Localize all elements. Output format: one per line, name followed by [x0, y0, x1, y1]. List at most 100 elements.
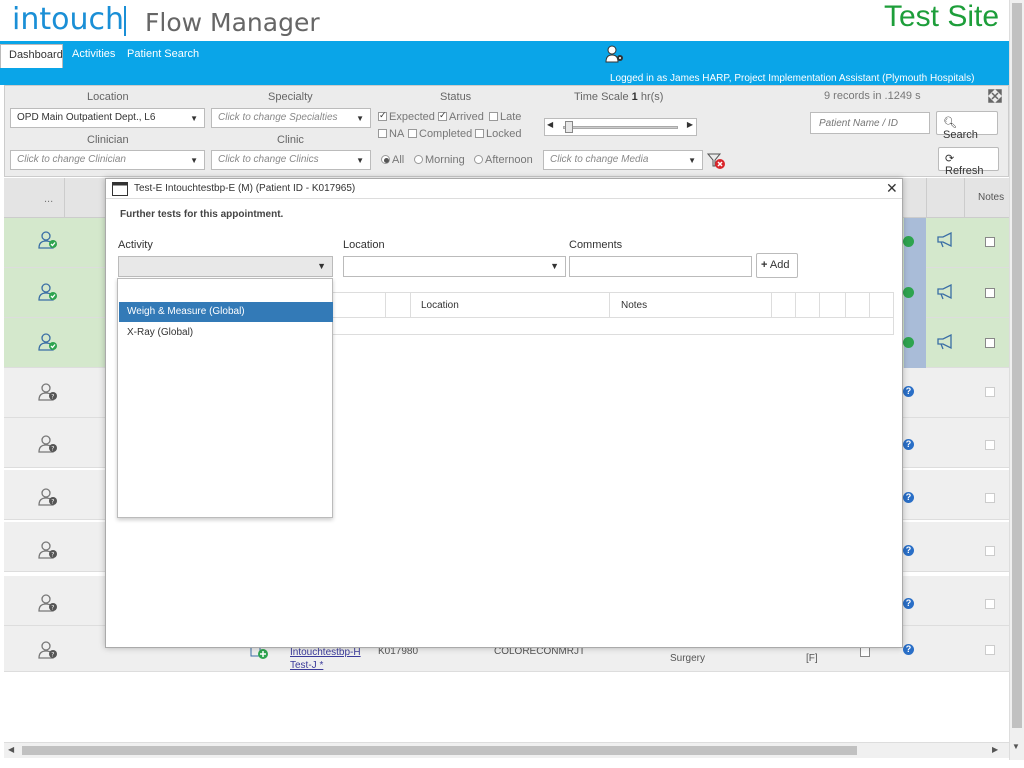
activity-select[interactable]: ▼ [118, 256, 333, 277]
help-icon[interactable]: ? [903, 644, 914, 655]
notes-checkbox [985, 440, 995, 450]
scroll-thumb[interactable] [1012, 3, 1022, 728]
plus-icon: + [761, 259, 768, 271]
horizontal-scrollbar[interactable]: ◀ ▶ [4, 742, 1009, 758]
logo-flow-manager: Flow Manager [145, 8, 320, 37]
checkbox-icon [475, 129, 484, 138]
clinic-label: Clinic [277, 134, 304, 146]
clear-filter-icon[interactable] [707, 152, 727, 170]
checkbox-icon [438, 110, 447, 121]
arrow-right-icon[interactable]: ▶ [687, 120, 693, 129]
tab-patient-search[interactable]: Patient Search [119, 44, 207, 68]
location-select-modal[interactable]: ▼ [343, 256, 566, 277]
patient-unknown-icon: ? [38, 594, 57, 612]
scroll-down-icon[interactable]: ▼ [1012, 742, 1020, 751]
status-expected[interactable]: Expected [378, 110, 435, 123]
vertical-scrollbar[interactable]: ▼ [1009, 0, 1024, 760]
notes-checkbox [985, 645, 995, 655]
add-button[interactable]: + Add [756, 253, 798, 278]
comments-label: Comments [569, 239, 623, 251]
patient-unknown-icon: ? [38, 641, 57, 659]
status-locked[interactable]: Locked [475, 128, 521, 140]
help-icon[interactable]: ? [903, 598, 914, 609]
chevron-down-icon: ▼ [190, 114, 198, 123]
scroll-right-icon[interactable]: ▶ [992, 745, 998, 754]
status-na[interactable]: NA [378, 128, 404, 140]
logged-in-text: Logged in as James HARP, Project Impleme… [610, 73, 975, 84]
radio-icon [474, 155, 483, 164]
table-col-divider [795, 293, 796, 318]
arrow-left-icon[interactable]: ◀ [547, 120, 553, 129]
help-icon[interactable]: ? [903, 386, 914, 397]
checkbox-icon [408, 129, 417, 138]
specialty-select[interactable]: Click to change Specialties ▼ [211, 108, 371, 128]
help-icon[interactable]: ? [903, 545, 914, 556]
patient-unknown-icon: ? [38, 383, 57, 401]
clinician-select[interactable]: Click to change Clinician ▼ [10, 150, 205, 170]
comments-input[interactable] [569, 256, 752, 277]
activity-dropdown-list: Weigh & Measure (Global) X-Ray (Global) [117, 278, 333, 518]
status-label: Status [440, 91, 472, 103]
status-ok-icon [903, 337, 914, 348]
grid-col-divider [926, 178, 927, 218]
notes-checkbox[interactable] [985, 288, 995, 298]
logo-intouch: intouch [12, 2, 124, 37]
patient-arrived-icon [38, 231, 57, 249]
dialog-subtitle: Further tests for this appointment. [120, 209, 284, 220]
user-settings-icon[interactable] [605, 45, 625, 63]
location-label: Location [87, 91, 129, 103]
patient-name-link[interactable]: Intouchtestbp-H Test-J * [290, 646, 365, 672]
refresh-button[interactable]: ⟳ Refresh [938, 147, 999, 177]
help-icon[interactable]: ? [903, 492, 914, 503]
timescale-slider[interactable]: ◀ ▶ [544, 118, 697, 136]
notes-checkbox[interactable] [985, 338, 995, 348]
time-morning[interactable]: Morning [414, 154, 465, 166]
location-select[interactable]: OPD Main Outpatient Dept., L6 ▼ [10, 108, 205, 128]
notes-checkbox[interactable] [985, 237, 995, 247]
megaphone-icon[interactable] [936, 284, 956, 300]
notes-checkbox [985, 387, 995, 397]
svg-text:?: ? [51, 652, 54, 659]
add-activity-icon[interactable] [250, 646, 270, 660]
scroll-left-icon[interactable]: ◀ [8, 745, 14, 754]
time-all[interactable]: All [381, 154, 404, 166]
specialty-label: Specialty [268, 91, 313, 103]
megaphone-icon[interactable] [936, 334, 956, 350]
status-arrived[interactable]: Arrived [438, 110, 484, 123]
dialog-title-bar: Test-E Intouchtestbp-E (M) (Patient ID -… [106, 179, 902, 199]
slider-handle[interactable] [565, 121, 573, 133]
chevron-down-icon: ▼ [317, 261, 326, 271]
search-button[interactable]: 🔍︎ Search [936, 111, 998, 141]
notes-checkbox [985, 546, 995, 556]
row-checkbox[interactable] [860, 647, 870, 657]
slider-track [563, 126, 678, 129]
svg-text:?: ? [51, 499, 54, 506]
radio-icon [381, 155, 390, 164]
patient-unknown-icon: ? [38, 435, 57, 453]
fullscreen-icon[interactable] [988, 89, 1002, 103]
svg-text:?: ? [51, 605, 54, 612]
refresh-icon: ⟳ [945, 153, 955, 165]
tab-activities[interactable]: Activities [64, 44, 123, 68]
activity-option[interactable]: X-Ray (Global) [119, 323, 333, 343]
help-icon[interactable]: ? [903, 439, 914, 450]
scroll-thumb[interactable] [22, 746, 857, 755]
patient-arrived-icon [38, 333, 57, 351]
chevron-down-icon: ▼ [688, 156, 696, 165]
chevron-down-icon: ▼ [190, 156, 198, 165]
chevron-down-icon: ▼ [356, 114, 364, 123]
flag-text: [F] [806, 653, 818, 664]
media-select[interactable]: Click to change Media ▼ [543, 150, 703, 170]
grid-col-divider [964, 178, 965, 218]
activity-option[interactable]: Weigh & Measure (Global) [119, 302, 333, 322]
close-icon[interactable]: ✕ [886, 180, 898, 197]
status-late[interactable]: Late [489, 111, 521, 123]
time-afternoon[interactable]: Afternoon [474, 154, 533, 166]
status-completed[interactable]: Completed [408, 128, 472, 140]
patient-search-input[interactable] [810, 112, 930, 134]
clinic-select[interactable]: Click to change Clinics ▼ [211, 150, 371, 170]
tab-dashboard[interactable]: Dashboard [0, 44, 63, 68]
patient-arrived-icon [38, 283, 57, 301]
megaphone-icon[interactable] [936, 232, 956, 248]
table-col-divider [845, 293, 846, 318]
